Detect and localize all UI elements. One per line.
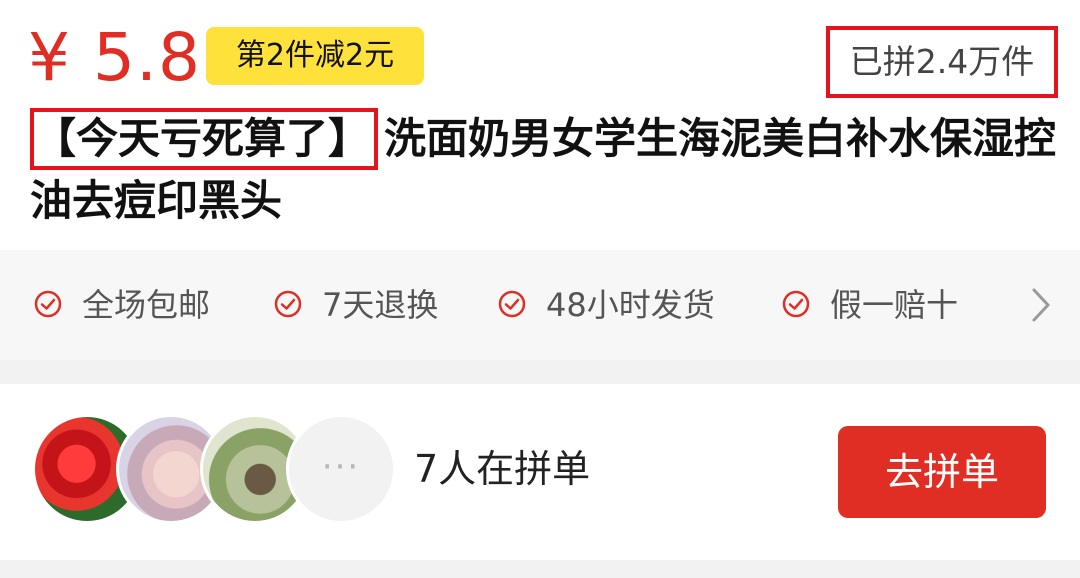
product-title: 【今天亏死算了】 洗面奶男女学生海泥美白补水保湿控油去痘印黑头 bbox=[30, 108, 1070, 232]
promo-badge: 第2件减2元 bbox=[206, 27, 424, 85]
group-buy-row: ··· 7人在拼单 去拼单 bbox=[0, 384, 1080, 560]
title-highlight: 【今天亏死算了】 bbox=[30, 108, 379, 170]
more-avatars-icon: ··· bbox=[286, 414, 396, 524]
check-circle-icon bbox=[498, 290, 526, 318]
price-row: ¥ 5.8 第2件减2元 已拼2.4万件 bbox=[0, 0, 1080, 110]
product-price: ¥ 5.8 bbox=[28, 19, 201, 96]
bottom-divider bbox=[0, 560, 1080, 578]
section-divider bbox=[0, 360, 1080, 384]
group-count: 7人在拼单 bbox=[414, 447, 591, 491]
check-circle-icon bbox=[34, 290, 62, 318]
join-group-button[interactable]: 去拼单 bbox=[838, 426, 1046, 518]
check-circle-icon bbox=[782, 290, 810, 318]
service-fake-compensate: 假一赔十 bbox=[830, 286, 959, 324]
chevron-right-icon[interactable] bbox=[1030, 287, 1052, 323]
check-circle-icon bbox=[274, 290, 302, 318]
sold-count: 已拼2.4万件 bbox=[826, 26, 1058, 98]
service-bar[interactable]: 全场包邮 7天退换 48小时发货 假一赔十 bbox=[0, 250, 1080, 360]
service-7day-return: 7天退换 bbox=[322, 286, 439, 324]
service-free-shipping: 全场包邮 bbox=[82, 286, 211, 324]
service-48h-ship: 48小时发货 bbox=[546, 286, 715, 324]
